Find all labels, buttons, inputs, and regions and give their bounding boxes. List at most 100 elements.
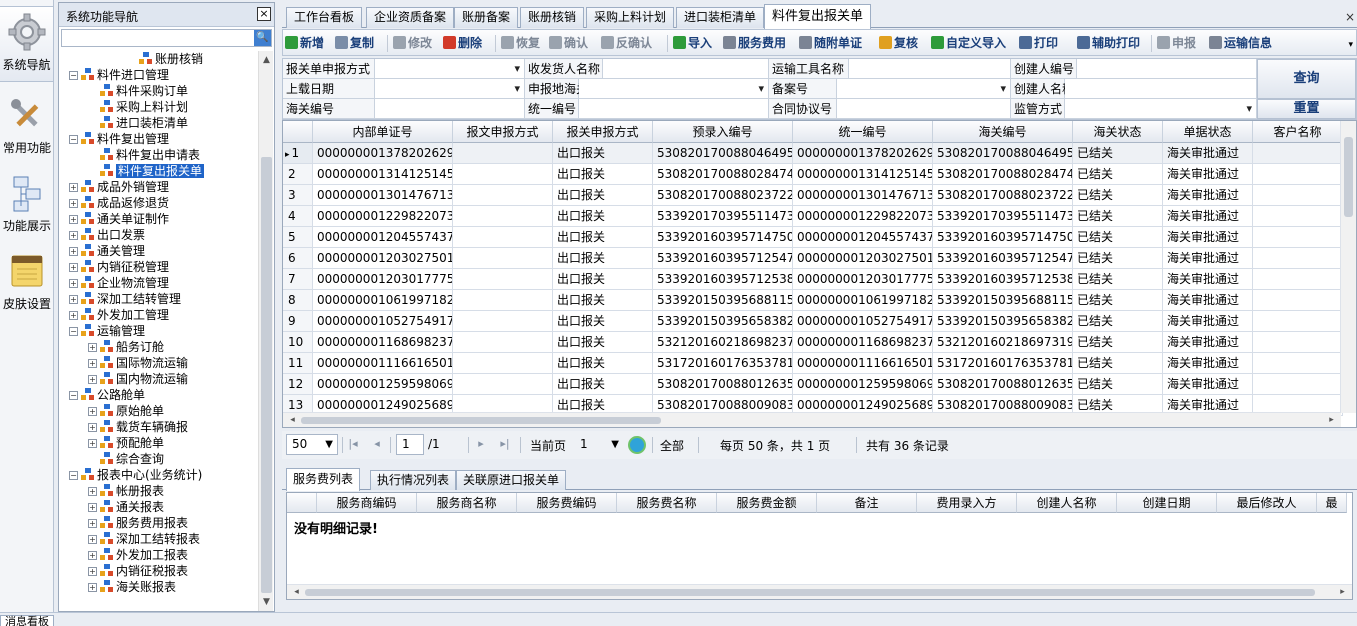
tree-node[interactable]: − 运输管理 [69, 323, 145, 339]
table-row[interactable]: 6 000000001203027501 出口报关 53392016039571254… [283, 248, 1343, 269]
column-header[interactable]: 客户名称 [1253, 121, 1343, 143]
table-row[interactable]: 5 000000001204557437 出口报关 53392016039571475… [283, 227, 1343, 248]
current-page-select[interactable]: 1 ▼ [574, 434, 624, 455]
column-header[interactable]: 备注 [817, 493, 917, 513]
column-header[interactable]: 报文申报方式 [453, 121, 553, 143]
column-header[interactable]: 统一编号 [793, 121, 933, 143]
column-header[interactable]: 海关编号 [933, 121, 1073, 143]
scroll-right-icon[interactable]: ▸ [1335, 585, 1350, 599]
tree-node[interactable]: + 内销征税报表 [88, 563, 188, 579]
column-header[interactable]: 服务商名称 [417, 493, 517, 513]
undo-button[interactable]: 恢复 [501, 34, 540, 53]
expand-icon[interactable]: + [88, 535, 97, 544]
scroll-left-icon[interactable]: ◂ [289, 585, 304, 599]
column-header[interactable]: 报关申报方式 [553, 121, 653, 143]
tree-node[interactable]: 进口装柜清单 [88, 115, 188, 131]
tree-node[interactable]: + 外发加工管理 [69, 307, 169, 323]
grid-horizontal-scrollbar[interactable]: ◂ ▸ [283, 412, 1341, 427]
collapse-icon[interactable]: − [69, 471, 78, 480]
tree-node[interactable]: + 外发加工报表 [88, 547, 188, 563]
tree-node[interactable]: + 成品返修退货 [69, 195, 169, 211]
scroll-left-icon[interactable]: ◂ [285, 413, 300, 427]
last-page-icon[interactable]: ▸| [498, 436, 512, 452]
tree-node[interactable]: + 企业物流管理 [69, 275, 169, 291]
expand-icon[interactable]: + [88, 359, 97, 368]
tree-node[interactable]: + 海关账报表 [88, 579, 176, 595]
page-size-select[interactable]: 50 ▼ [286, 434, 338, 455]
expand-icon[interactable]: + [69, 311, 78, 320]
review-button[interactable]: 复核 [879, 34, 918, 53]
tree-node[interactable]: − 料件复出管理 [69, 131, 169, 147]
filter-input[interactable] [849, 59, 1011, 79]
table-row[interactable]: 8 000000001061997182 出口报关 53392015039568811… [283, 290, 1343, 311]
expand-icon[interactable]: + [88, 343, 97, 352]
expand-icon[interactable]: + [69, 263, 78, 272]
column-header[interactable]: 服务费编码 [517, 493, 617, 513]
grid-vscroll-thumb[interactable] [1344, 137, 1353, 217]
all-label[interactable]: 全部 [660, 437, 684, 454]
tree-node[interactable]: 料件复出申请表 [88, 147, 200, 163]
tree-node[interactable]: + 帐册报表 [88, 483, 164, 499]
tree-node[interactable]: − 报表中心(业务统计) [69, 467, 202, 483]
chevron-down-icon[interactable]: ▾ [1348, 40, 1353, 50]
copy-button[interactable]: 复制 [335, 34, 374, 53]
tree-node[interactable]: + 出口发票 [69, 227, 145, 243]
expand-icon[interactable]: + [88, 439, 97, 448]
tree-node[interactable]: − 料件进口管理 [69, 67, 169, 83]
iconbar-item-features[interactable]: 功能展示 [0, 168, 54, 244]
table-row[interactable]: 4 000000001229822073 出口报关 53392017039551147… [283, 206, 1343, 227]
close-icon[interactable]: × [1345, 10, 1355, 24]
confirm-button[interactable]: 确认 [549, 34, 588, 53]
detail-horizontal-scrollbar[interactable]: ◂ ▸ [287, 584, 1352, 599]
table-row[interactable]: 12 000000001259598069 出口报关 5308201700880126… [283, 374, 1343, 395]
filter-input[interactable] [603, 59, 769, 79]
expand-icon[interactable]: + [88, 375, 97, 384]
tab-execution-list[interactable]: 执行情况列表 [370, 470, 457, 490]
column-header[interactable]: 服务商编码 [317, 493, 417, 513]
expand-icon[interactable]: + [69, 215, 78, 224]
column-header[interactable]: 内部单证号 [313, 121, 453, 143]
prev-page-icon[interactable]: ◂ [370, 436, 384, 452]
expand-icon[interactable]: + [69, 295, 78, 304]
refresh-icon[interactable] [628, 436, 646, 454]
column-header[interactable]: 创建人名称 [1017, 493, 1117, 513]
filter-select[interactable] [375, 79, 525, 99]
iconbar-item-system-nav[interactable]: 系统导航 [0, 6, 54, 82]
expand-icon[interactable]: + [88, 519, 97, 528]
iconbar-item-skin[interactable]: 皮肤设置 [0, 246, 54, 322]
filter-select[interactable] [579, 79, 769, 99]
column-header[interactable]: 服务费名称 [617, 493, 717, 513]
page-number-input[interactable]: 1 [396, 434, 424, 455]
import-button[interactable]: 导入 [673, 34, 712, 53]
tree-node[interactable]: + 通关管理 [69, 243, 145, 259]
expand-icon[interactable]: + [69, 199, 78, 208]
transport-info-button[interactable]: 运输信息 [1209, 34, 1272, 53]
table-row[interactable]: ▸ 1 000000001378202629 出口报关 5308201700880464… [283, 143, 1343, 164]
tab-reexport-declaration[interactable]: 料件复出报关单 [764, 4, 872, 29]
column-header[interactable]: 预录入编号 [653, 121, 793, 143]
tab-enterprise-qualification[interactable]: 企业资质备案 [366, 7, 455, 28]
collapse-icon[interactable]: − [69, 327, 78, 336]
expand-icon[interactable]: + [69, 231, 78, 240]
delete-button[interactable]: 删除 [443, 34, 482, 53]
tree-node[interactable]: + 船务订舱 [88, 339, 164, 355]
filter-input[interactable] [375, 99, 525, 119]
tab-purchase-plan[interactable]: 采购上料计划 [586, 7, 675, 28]
column-header[interactable]: 单据状态 [1163, 121, 1253, 143]
expand-icon[interactable]: + [88, 583, 97, 592]
tab-message-board[interactable]: 消息看板 [0, 615, 54, 626]
column-header[interactable]: 费用录入方 [917, 493, 1017, 513]
service-fee-button[interactable]: 服务费用 [723, 34, 786, 53]
expand-icon[interactable]: + [69, 279, 78, 288]
filter-select[interactable] [1065, 99, 1257, 119]
scroll-right-icon[interactable]: ▸ [1324, 413, 1339, 427]
tree-node[interactable]: + 国际物流运输 [88, 355, 188, 371]
expand-icon[interactable]: + [69, 183, 78, 192]
expand-icon[interactable]: + [88, 551, 97, 560]
tree-node[interactable]: 料件复出报关单 [88, 163, 205, 179]
filter-input[interactable] [1065, 79, 1257, 99]
filter-input[interactable] [579, 99, 769, 119]
table-row[interactable]: 3 000000001301476713 出口报关 53082017008802372… [283, 185, 1343, 206]
table-row[interactable]: 2 000000001314125145 出口报关 53082017008802847… [283, 164, 1343, 185]
column-header[interactable]: 海关状态 [1073, 121, 1163, 143]
